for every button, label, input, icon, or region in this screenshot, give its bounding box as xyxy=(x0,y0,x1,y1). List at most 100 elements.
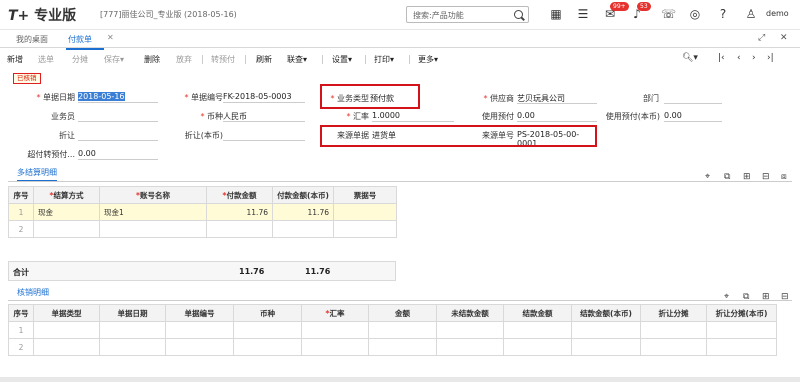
company-info: [777]丽佳公司_专业版 (2018-05-16) xyxy=(100,10,237,19)
doc-no-field[interactable]: FK-2018-05-0003 xyxy=(223,92,305,103)
checklist-icon[interactable]: ☰ xyxy=(576,7,590,21)
rate-label: * 汇率 xyxy=(346,112,369,121)
tab-desktop[interactable]: 我的桌面 xyxy=(16,34,48,45)
table-row[interactable]: 2 xyxy=(8,338,777,356)
copy-row-icon[interactable]: ⧉ xyxy=(724,172,730,182)
save-button[interactable]: 保存▾ xyxy=(104,54,124,65)
calculator-icon[interactable]: ▦ xyxy=(549,7,563,21)
print-button[interactable]: 打印▾ xyxy=(374,54,394,65)
status-badge: 已核销 xyxy=(13,73,41,84)
user-icon[interactable]: ♙ xyxy=(744,7,758,21)
prev-page-icon[interactable]: ‹ xyxy=(737,53,741,63)
insert-row-icon[interactable]: ⊞ xyxy=(762,292,770,302)
location-icon[interactable]: ◎ xyxy=(688,7,702,21)
last-page-icon[interactable]: ›| xyxy=(767,53,774,63)
th-seq: 序号 xyxy=(8,304,34,322)
th-doc-type: 单据类型 xyxy=(33,304,100,322)
sum-amount-base: 11.76 xyxy=(305,267,331,276)
over-prepay-label: 超付转预付... xyxy=(27,150,75,159)
new-button[interactable]: 新增 xyxy=(7,54,23,65)
copy-row-icon[interactable]: ⧉ xyxy=(743,292,749,302)
use-prepay-base-field[interactable]: 0.00 xyxy=(664,111,722,122)
location-pin-icon[interactable]: ⌖ xyxy=(724,292,729,302)
settings-button[interactable]: 设置▾ xyxy=(332,54,352,65)
th-seq: 序号 xyxy=(8,186,34,204)
next-page-icon[interactable]: › xyxy=(752,53,756,63)
doc-date-label: * 单据日期 xyxy=(36,93,75,102)
help-icon[interactable]: ? xyxy=(716,7,730,21)
close-window-icon[interactable]: ✕ xyxy=(780,33,788,43)
search-icon[interactable] xyxy=(514,10,523,19)
use-prepay-field[interactable]: 0.00 xyxy=(517,111,597,122)
writeoff-table: 序号 单据类型 单据日期 单据编号 币种 *汇率 金额 未结款金额 结款金额 结… xyxy=(8,304,777,356)
tab-bar: 我的桌面 付款单 ✕ ⤢ ✕ xyxy=(0,30,800,50)
supplier-label: * 供应商 xyxy=(483,94,514,103)
to-prepay-button[interactable]: 转预付 xyxy=(211,54,235,65)
select-button[interactable]: 选单 xyxy=(38,54,54,65)
first-page-icon[interactable]: |‹ xyxy=(718,53,725,63)
th-amount: 金额 xyxy=(368,304,437,322)
discount-base-field[interactable] xyxy=(223,130,305,141)
biz-type-highlight xyxy=(320,84,420,109)
close-tab-icon[interactable]: ✕ xyxy=(107,33,114,42)
th-currency: 币种 xyxy=(233,304,302,322)
maximize-icon[interactable]: ⤢ xyxy=(758,33,765,43)
search-input[interactable]: 搜索:产品功能 xyxy=(406,6,529,23)
use-prepay-base-label: 使用预付(本币) xyxy=(605,112,660,121)
source-highlight xyxy=(320,125,597,147)
more-button[interactable]: 更多▾ xyxy=(418,54,438,65)
zoom-search-icon[interactable]: 🔍︎▾ xyxy=(682,53,698,63)
delete-button[interactable]: 删除 xyxy=(144,54,160,65)
th-discount-alloc-base: 折让分摊(本币) xyxy=(706,304,777,322)
settle-section-title[interactable]: 多结算明细 xyxy=(17,167,57,181)
th-bill-no: 票据号 xyxy=(333,186,397,204)
currency-field[interactable]: 人民币 xyxy=(223,111,305,122)
horizontal-scrollbar[interactable] xyxy=(0,377,800,382)
bell-icon[interactable]: ♪ 53 xyxy=(630,2,651,21)
insert-row-icon[interactable]: ⊞ xyxy=(743,172,751,182)
message-badge: 99+ xyxy=(610,2,629,11)
doc-no-label: * 单据编号 xyxy=(184,93,223,102)
th-doc-date: 单据日期 xyxy=(99,304,166,322)
paste-row-icon[interactable]: ⧈ xyxy=(781,172,787,182)
writeoff-section-title[interactable]: 核销明细 xyxy=(17,287,49,301)
rate-field[interactable]: 1.0000 xyxy=(372,111,454,122)
th-settled: 结款金额 xyxy=(503,304,572,322)
top-bar: T+ 专业版 [777]丽佳公司_专业版 (2018-05-16) 搜索:产品功… xyxy=(0,0,800,30)
user-name[interactable]: demo xyxy=(766,9,789,18)
delete-row-icon[interactable]: ⊟ xyxy=(781,292,789,302)
th-unsettled: 未结款金额 xyxy=(436,304,504,322)
refresh-button[interactable]: 刷新 xyxy=(256,54,272,65)
th-account: *账号名称 xyxy=(99,186,207,204)
salesman-field[interactable] xyxy=(78,111,158,122)
over-prepay-field[interactable]: 0.00 xyxy=(78,149,158,160)
tab-payment[interactable]: 付款单 xyxy=(66,34,104,50)
table-row[interactable]: 2 xyxy=(8,220,397,238)
table-row[interactable]: 1 xyxy=(8,321,777,339)
salesman-label: 业务员 xyxy=(51,112,75,121)
app-logo[interactable]: T+ 专业版 xyxy=(8,5,76,25)
th-doc-no: 单据编号 xyxy=(165,304,234,322)
doc-date-field[interactable]: 2018-05-16 xyxy=(78,92,158,103)
discard-button[interactable]: 放弃 xyxy=(176,54,192,65)
sum-label: 合计 xyxy=(13,268,29,277)
discount-base-label: 折让(本币) xyxy=(184,131,223,140)
allocate-button[interactable]: 分摊 xyxy=(72,54,88,65)
table-row[interactable]: 1 现金 现金1 11.76 11.76 xyxy=(8,203,397,221)
sum-amount: 11.76 xyxy=(239,267,265,276)
toolbar: 新增 选单 分摊 保存▾ 删除 放弃 转预付 刷新 联查▾ 设置▾ 打印▾ 更多… xyxy=(0,51,800,68)
location-pin-icon[interactable]: ⌖ xyxy=(705,172,710,182)
delete-row-icon[interactable]: ⊟ xyxy=(762,172,770,182)
currency-label: * 币种 xyxy=(200,112,223,121)
link-query-button[interactable]: 联查▾ xyxy=(287,54,307,65)
th-amount: *付款金额 xyxy=(206,186,273,204)
discount-label: 折让 xyxy=(59,131,75,140)
settle-summary: 合计 11.76 11.76 xyxy=(8,261,396,281)
message-icon[interactable]: ✉ 99+ xyxy=(603,2,629,21)
phone-icon[interactable]: ☏ xyxy=(661,7,676,21)
dept-field[interactable] xyxy=(664,93,722,104)
use-prepay-label: 使用预付 xyxy=(482,112,514,121)
discount-field[interactable] xyxy=(78,130,158,141)
supplier-field[interactable]: 艺贝玩具公司 xyxy=(517,93,597,104)
th-amount-base: 付款金额(本币) xyxy=(272,186,334,204)
